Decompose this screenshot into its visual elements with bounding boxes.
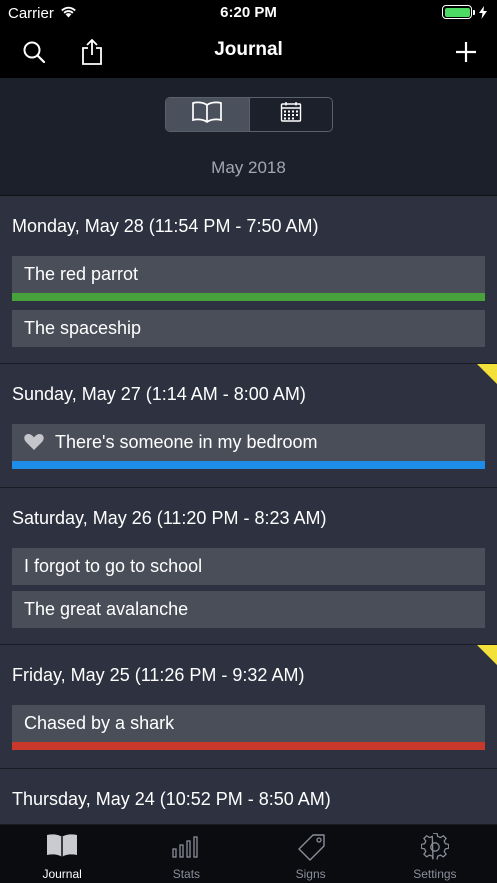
- tab-label: Settings: [413, 867, 457, 881]
- dream-title: The spaceship: [24, 318, 142, 338]
- dream-entry[interactable]: I forgot to go to school: [12, 548, 485, 585]
- dream-entry[interactable]: The spaceship: [12, 310, 485, 347]
- dream-color-bar: [12, 293, 485, 301]
- day-group: Thursday, May 24 (10:52 PM - 8:50 AM): [0, 769, 497, 824]
- calendar-icon: [280, 101, 302, 128]
- dream-entry[interactable]: Chased by a shark: [12, 705, 485, 750]
- tab-signs[interactable]: Signs: [249, 825, 373, 883]
- tab-stats[interactable]: Stats: [124, 825, 248, 883]
- month-label: May 2018: [211, 158, 286, 177]
- tab-settings[interactable]: Settings: [373, 825, 497, 883]
- book-icon: [191, 101, 223, 128]
- dream-title: There's someone in my bedroom: [55, 432, 318, 452]
- day-group: Friday, May 25 (11:26 PM - 9:32 AM) Chas…: [0, 645, 497, 769]
- tab-bar: Journal Stats Signs Settings: [0, 824, 497, 883]
- dream-entry[interactable]: The red parrot: [12, 256, 485, 301]
- list-view-tab[interactable]: [166, 98, 249, 131]
- heart-icon: [24, 433, 44, 456]
- day-title: Friday, May 25 (11:26 PM - 9:32 AM): [12, 665, 305, 685]
- journal-header: May 2018: [0, 78, 497, 196]
- day-title: Monday, May 28 (11:54 PM - 7:50 AM): [12, 216, 319, 236]
- calendar-view-tab[interactable]: [248, 98, 333, 131]
- clock: 6:20 PM: [220, 4, 277, 21]
- bar-chart-icon: [171, 833, 201, 864]
- dream-entry[interactable]: The great avalanche: [12, 591, 485, 628]
- add-icon[interactable]: [450, 36, 482, 68]
- dream-title: The great avalanche: [24, 599, 189, 619]
- view-mode-control: [165, 97, 333, 132]
- day-title: Thursday, May 24 (10:52 PM - 8:50 AM): [12, 789, 331, 809]
- gear-icon: [420, 832, 450, 866]
- dream-color-bar: [12, 461, 485, 469]
- book-icon: [46, 833, 78, 864]
- status-bar: Carrier 6:20 PM: [0, 0, 497, 26]
- tag-icon: [296, 833, 326, 866]
- dream-title: I forgot to go to school: [24, 556, 203, 576]
- navigation-bar: Journal: [0, 26, 497, 78]
- tab-label: Signs: [295, 867, 326, 881]
- day-group: Sunday, May 27 (1:14 AM - 8:00 AM) There…: [0, 364, 497, 488]
- day-title: Sunday, May 27 (1:14 AM - 8:00 AM): [12, 384, 306, 404]
- tab-label: Journal: [42, 867, 82, 881]
- dream-title: Chased by a shark: [24, 713, 175, 733]
- tab-label: Stats: [172, 867, 201, 881]
- page-title: Journal: [214, 39, 283, 60]
- day-group: Monday, May 28 (11:54 PM - 7:50 AM) The …: [0, 197, 497, 364]
- dream-title: The red parrot: [24, 264, 139, 284]
- day-group: Saturday, May 26 (11:20 PM - 8:23 AM) I …: [0, 488, 497, 645]
- flag-marker: [477, 364, 497, 384]
- battery-icon: [442, 5, 487, 19]
- dream-color-bar: [12, 742, 485, 750]
- day-title: Saturday, May 26 (11:20 PM - 8:23 AM): [12, 508, 327, 528]
- dream-entry[interactable]: There's someone in my bedroom: [12, 424, 485, 469]
- flag-marker: [477, 645, 497, 665]
- tab-journal[interactable]: Journal: [0, 825, 124, 883]
